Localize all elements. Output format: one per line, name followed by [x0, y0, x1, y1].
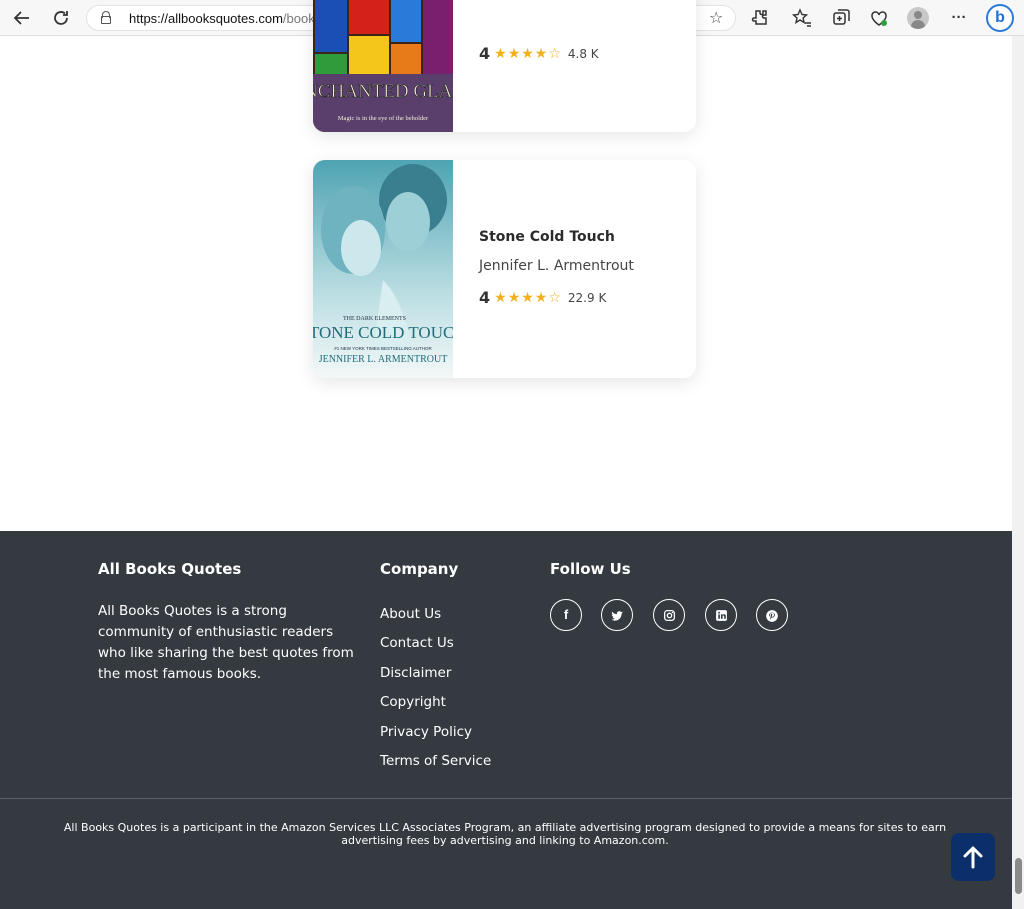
footer-brand-heading: All Books Quotes: [98, 560, 242, 578]
back-to-top-button[interactable]: [951, 833, 995, 881]
book-rating: 4 ★★★★☆ 22.9 K: [479, 288, 606, 308]
linkedin-icon[interactable]: [705, 599, 737, 631]
facebook-icon[interactable]: f: [550, 599, 582, 631]
cover-bestseller: #1 NEW YORK TIMES BESTSELLING AUTHOR: [334, 346, 432, 351]
bing-icon[interactable]: b: [986, 4, 1014, 32]
browser-essentials-icon[interactable]: [867, 6, 891, 30]
rating-count: 22.9 K: [567, 290, 607, 305]
collections-icon[interactable]: [829, 6, 853, 30]
book-title[interactable]: Stone Cold Touch: [479, 229, 615, 245]
more-menu-icon[interactable]: ···: [947, 6, 971, 30]
footer-link-terms-of-service[interactable]: Terms of Service: [380, 753, 491, 782]
footer-link-copyright[interactable]: Copyright: [380, 694, 491, 723]
book-cover[interactable]: ENCHANTED GLASS Magic is in the eye of t…: [313, 0, 453, 132]
favorites-icon[interactable]: [790, 6, 814, 30]
pinterest-icon[interactable]: [756, 599, 788, 631]
rating-number: 4: [479, 44, 491, 63]
footer-link-contact-us[interactable]: Contact Us: [380, 635, 491, 664]
page-scrollbar[interactable]: [1012, 36, 1024, 909]
footer-link-privacy-policy[interactable]: Privacy Policy: [380, 724, 491, 753]
scrollbar-thumb[interactable]: [1015, 858, 1022, 894]
book-card[interactable]: THE DARK ELEMENTS STONE COLD TOUCH #1 NE…: [313, 160, 696, 378]
cover-author: JENNIFER L. ARMENTROUT: [319, 354, 448, 365]
rating-stars: ★★★★☆: [494, 289, 562, 305]
rating-number: 4: [479, 288, 491, 307]
instagram-icon[interactable]: [653, 599, 685, 631]
cover-title: STONE COLD TOUCH: [313, 323, 453, 342]
footer-company-heading: Company: [380, 560, 459, 578]
book-card[interactable]: ENCHANTED GLASS Magic is in the eye of t…: [313, 0, 696, 132]
book-rating: 4 ★★★★☆ 4.8 K: [479, 44, 599, 64]
arrow-up-icon: [963, 846, 983, 869]
refresh-icon[interactable]: [49, 6, 73, 30]
cover-series: THE DARK ELEMENTS: [343, 316, 406, 322]
book-cover[interactable]: THE DARK ELEMENTS STONE COLD TOUCH #1 NE…: [313, 160, 453, 378]
back-arrow-icon[interactable]: [10, 6, 34, 30]
cover-title: ENCHANTED GLASS: [313, 81, 453, 102]
book-author[interactable]: Jennifer L. Armentrout: [479, 258, 634, 274]
lock-icon: [101, 11, 111, 24]
twitter-icon[interactable]: [601, 599, 633, 631]
extensions-icon[interactable]: [748, 6, 772, 30]
favorite-star-icon[interactable]: ☆: [709, 8, 723, 28]
footer-link-disclaimer[interactable]: Disclaimer: [380, 665, 491, 694]
cover-tagline: Magic is in the eye of the beholder: [338, 115, 429, 122]
rating-stars: ★★★★☆: [494, 45, 562, 61]
footer-link-about-us[interactable]: About Us: [380, 606, 491, 635]
profile-avatar-icon[interactable]: [907, 7, 929, 29]
footer-about-text: All Books Quotes is a strong community o…: [98, 603, 354, 682]
rating-count: 4.8 K: [567, 46, 599, 61]
footer-divider: [0, 798, 1012, 799]
footer-disclaimer: All Books Quotes is a participant in the…: [63, 821, 947, 847]
site-footer: All Books Quotes All Books Quotes is a s…: [0, 531, 1012, 909]
footer-company-links: About Us Contact Us Disclaimer Copyright…: [380, 606, 491, 782]
footer-follow-heading: Follow Us: [550, 560, 631, 578]
